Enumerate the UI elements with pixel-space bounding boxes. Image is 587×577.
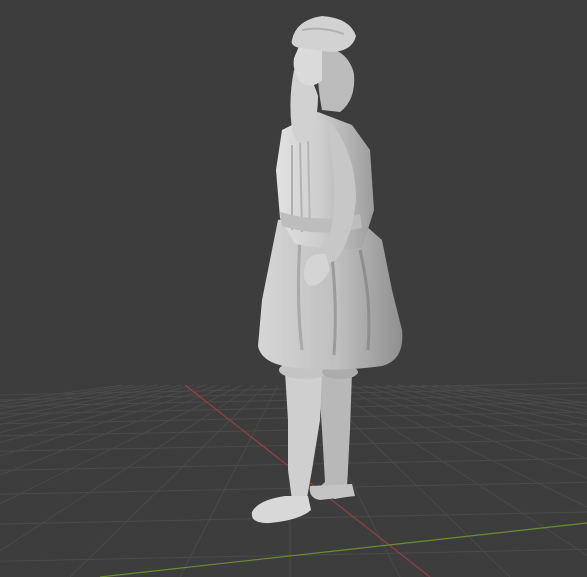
viewport-canvas[interactable]: [0, 0, 587, 577]
y-axis-line: [99, 522, 587, 577]
3d-viewport[interactable]: [0, 0, 587, 577]
statue-hat: [291, 16, 356, 52]
statue-front-shoe: [251, 496, 311, 524]
statue-model[interactable]: [251, 16, 403, 524]
statue-front-leg: [285, 372, 322, 500]
grid-line: [179, 384, 279, 577]
statue-back-shoe: [309, 484, 355, 500]
grid-line: [69, 384, 267, 577]
statue-hair: [317, 46, 355, 112]
grid-line: [0, 384, 255, 552]
grid-line: [337, 384, 587, 508]
